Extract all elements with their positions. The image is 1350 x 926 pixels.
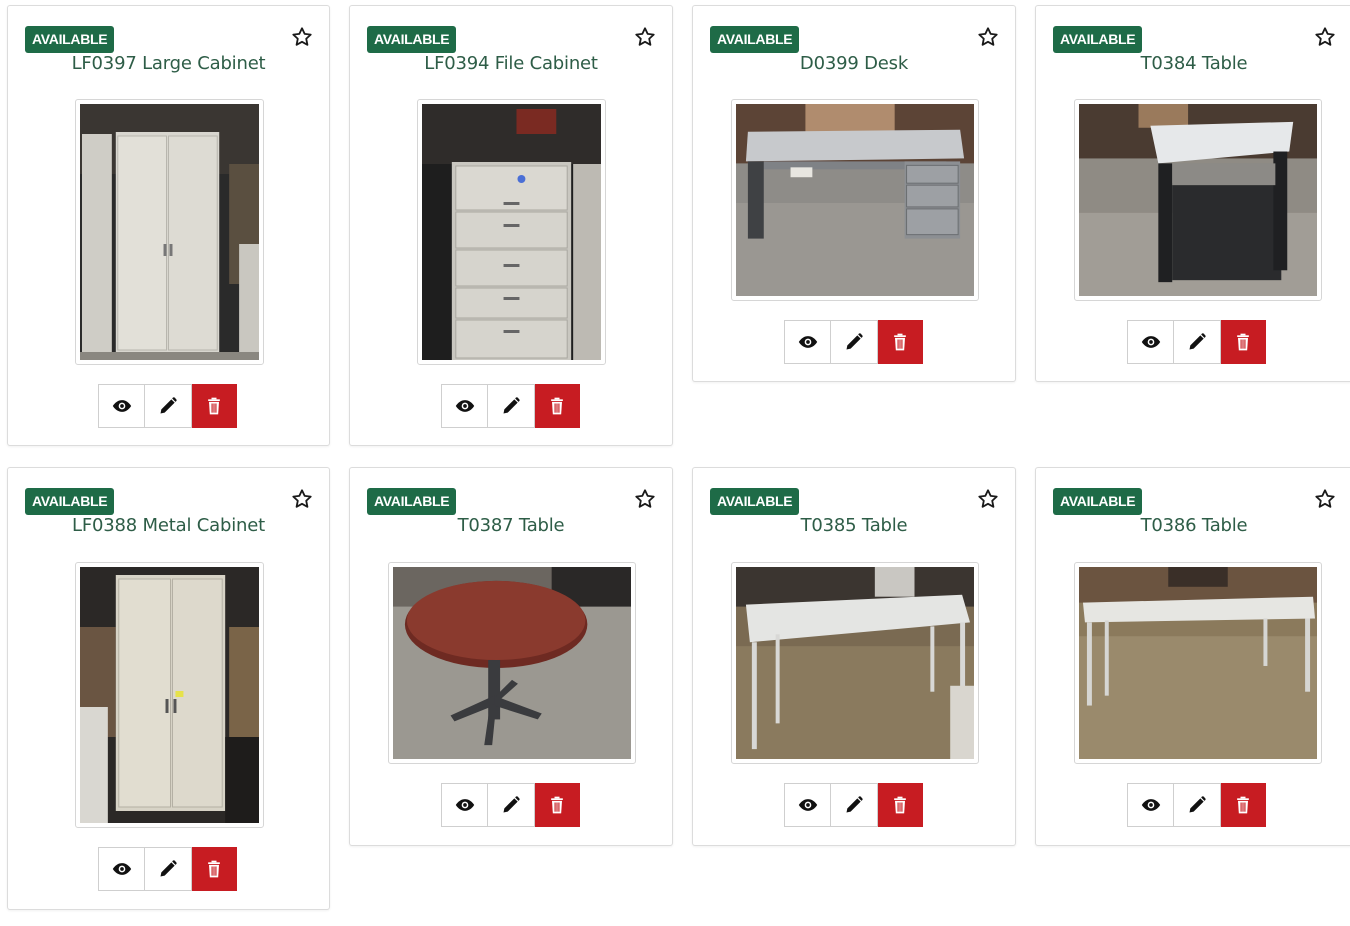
item-card[interactable]: AVAILABLE T0384 Table xyxy=(1035,5,1350,382)
item-title[interactable]: T0387 Table xyxy=(350,515,672,536)
pencil-icon xyxy=(503,796,520,813)
view-button[interactable] xyxy=(98,384,145,428)
item-card[interactable]: AVAILABLE D0399 Desk xyxy=(692,5,1016,382)
trash-icon xyxy=(894,796,906,814)
delete-button[interactable] xyxy=(192,847,237,891)
item-card[interactable]: AVAILABLE T0387 Table xyxy=(349,467,673,846)
status-badge: AVAILABLE xyxy=(25,26,115,53)
pencil-icon xyxy=(1189,333,1206,350)
item-photo[interactable] xyxy=(731,562,979,764)
eye-icon xyxy=(798,799,817,811)
item-card[interactable]: AVAILABLE LF0397 Large Cabinet xyxy=(7,5,330,446)
view-button[interactable] xyxy=(784,783,831,827)
action-buttons xyxy=(1127,320,1266,364)
view-button[interactable] xyxy=(1127,320,1174,364)
action-buttons xyxy=(98,847,237,891)
item-photo[interactable] xyxy=(75,562,264,828)
item-photo[interactable] xyxy=(731,99,979,301)
action-buttons xyxy=(98,384,237,428)
eye-icon xyxy=(798,336,817,348)
trash-icon xyxy=(894,333,906,351)
view-button[interactable] xyxy=(1127,783,1174,827)
trash-icon xyxy=(1237,333,1249,351)
view-button[interactable] xyxy=(784,320,831,364)
action-buttons xyxy=(784,320,923,364)
delete-button[interactable] xyxy=(535,384,580,428)
pencil-icon xyxy=(1189,796,1206,813)
status-badge: AVAILABLE xyxy=(367,488,457,515)
item-title[interactable]: T0384 Table xyxy=(1036,53,1350,74)
delete-button[interactable] xyxy=(1221,320,1266,364)
item-card[interactable]: AVAILABLE LF0388 Metal Cabinet xyxy=(7,467,330,910)
delete-button[interactable] xyxy=(192,384,237,428)
view-button[interactable] xyxy=(98,847,145,891)
item-photo[interactable] xyxy=(75,99,264,365)
delete-button[interactable] xyxy=(1221,783,1266,827)
edit-button[interactable] xyxy=(145,847,192,891)
delete-button[interactable] xyxy=(535,783,580,827)
star-outline-icon[interactable] xyxy=(291,488,313,510)
trash-icon xyxy=(551,796,563,814)
eye-icon xyxy=(112,400,131,412)
trash-icon xyxy=(551,397,563,415)
edit-button[interactable] xyxy=(145,384,192,428)
star-outline-icon[interactable] xyxy=(634,26,656,48)
star-outline-icon[interactable] xyxy=(977,26,999,48)
trash-icon xyxy=(208,860,220,878)
item-title[interactable]: T0385 Table xyxy=(693,515,1015,536)
item-title[interactable]: D0399 Desk xyxy=(693,53,1015,74)
status-badge: AVAILABLE xyxy=(710,26,800,53)
star-outline-icon[interactable] xyxy=(291,26,313,48)
delete-button[interactable] xyxy=(878,783,923,827)
edit-button[interactable] xyxy=(831,320,878,364)
item-title[interactable]: T0386 Table xyxy=(1036,515,1350,536)
item-title[interactable]: LF0397 Large Cabinet xyxy=(8,53,329,74)
view-button[interactable] xyxy=(441,384,488,428)
pencil-icon xyxy=(846,796,863,813)
item-card[interactable]: AVAILABLE T0385 Table xyxy=(692,467,1016,846)
status-badge: AVAILABLE xyxy=(1053,488,1143,515)
status-badge: AVAILABLE xyxy=(710,488,800,515)
action-buttons xyxy=(1127,783,1266,827)
edit-button[interactable] xyxy=(488,783,535,827)
delete-button[interactable] xyxy=(878,320,923,364)
star-outline-icon[interactable] xyxy=(634,488,656,510)
trash-icon xyxy=(1237,796,1249,814)
item-photo[interactable] xyxy=(1074,562,1322,764)
star-outline-icon[interactable] xyxy=(977,488,999,510)
edit-button[interactable] xyxy=(831,783,878,827)
status-badge: AVAILABLE xyxy=(367,26,457,53)
item-photo[interactable] xyxy=(1074,99,1322,301)
action-buttons xyxy=(784,783,923,827)
item-card[interactable]: AVAILABLE T0386 Table xyxy=(1035,467,1350,846)
star-outline-icon[interactable] xyxy=(1314,488,1336,510)
item-card[interactable]: AVAILABLE LF0394 File Cabinet xyxy=(349,5,673,446)
pencil-icon xyxy=(846,333,863,350)
item-photo[interactable] xyxy=(417,99,606,365)
trash-icon xyxy=(208,397,220,415)
action-buttons xyxy=(441,384,580,428)
pencil-icon xyxy=(503,397,520,414)
edit-button[interactable] xyxy=(488,384,535,428)
eye-icon xyxy=(112,863,131,875)
status-badge: AVAILABLE xyxy=(1053,26,1143,53)
edit-button[interactable] xyxy=(1174,320,1221,364)
item-photo[interactable] xyxy=(388,562,636,764)
pencil-icon xyxy=(160,397,177,414)
action-buttons xyxy=(441,783,580,827)
eye-icon xyxy=(455,400,474,412)
status-badge: AVAILABLE xyxy=(25,488,115,515)
item-title[interactable]: LF0394 File Cabinet xyxy=(350,53,672,74)
eye-icon xyxy=(455,799,474,811)
eye-icon xyxy=(1141,799,1160,811)
star-outline-icon[interactable] xyxy=(1314,26,1336,48)
view-button[interactable] xyxy=(441,783,488,827)
eye-icon xyxy=(1141,336,1160,348)
pencil-icon xyxy=(160,860,177,877)
item-title[interactable]: LF0388 Metal Cabinet xyxy=(8,515,329,536)
edit-button[interactable] xyxy=(1174,783,1221,827)
